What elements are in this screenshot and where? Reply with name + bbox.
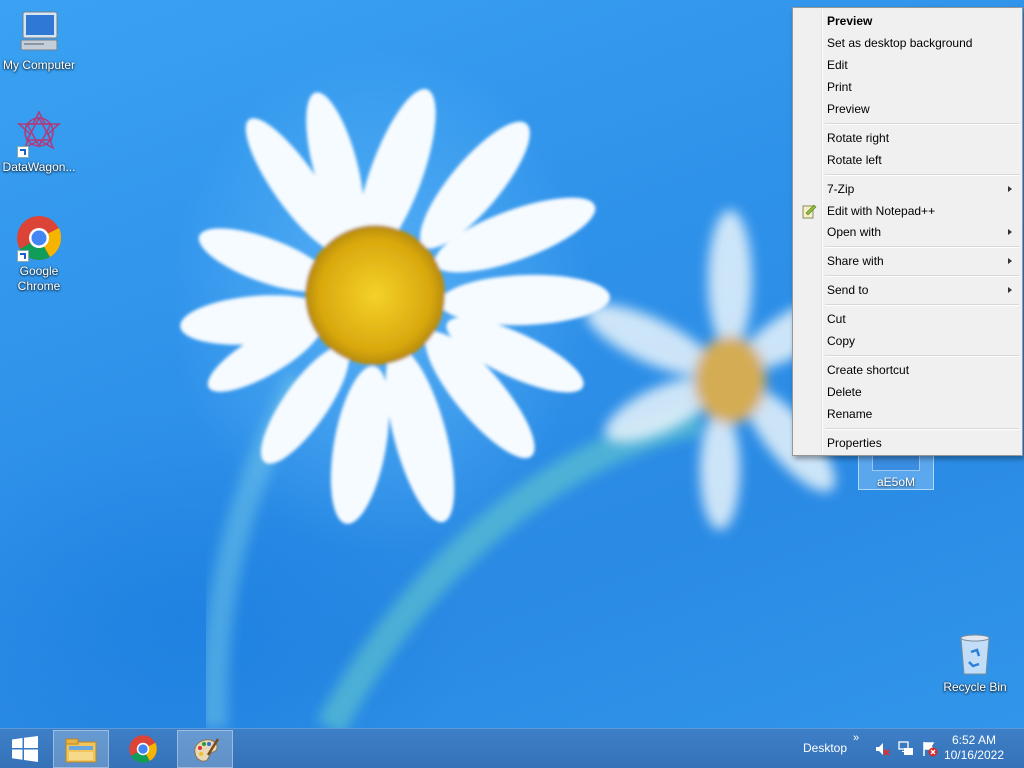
desktop-icon-label: DataWagon... [2,160,76,174]
toolbar-chevron-button[interactable]: » [853,732,859,744]
menu-separator [825,123,1019,125]
menu-item-copy[interactable]: Copy [795,330,1020,352]
chrome-icon [129,735,157,763]
menu-separator [825,246,1019,248]
menu-item-label: Edit [827,58,848,72]
menu-item-cut[interactable]: Cut [795,308,1020,330]
menu-item-rotate-right[interactable]: Rotate right [795,127,1020,149]
datawagon-icon [15,110,63,158]
menu-item-rename[interactable]: Rename [795,403,1020,425]
submenu-arrow-icon [1008,287,1012,293]
menu-item-label: Edit with Notepad++ [827,204,936,218]
menu-item-7zip[interactable]: 7-Zip [795,178,1020,200]
image-file-icon [872,455,920,471]
submenu-arrow-icon [1008,186,1012,192]
menu-item-open-with[interactable]: Open with [795,221,1020,243]
paint-icon [194,738,220,762]
desktop-icon-datawagon[interactable]: DataWagon... [0,110,78,175]
menu-item-delete[interactable]: Delete [795,381,1020,403]
desktop-icon-label: My Computer [2,58,76,72]
file-explorer-icon [65,738,97,763]
menu-item-preview[interactable]: Preview [795,98,1020,120]
menu-item-label: Print [827,80,852,94]
desktop-icon-label: Google Chrome [17,264,61,293]
menu-item-label: Send to [827,283,869,297]
volume-muted-icon[interactable] [874,741,890,757]
menu-item-label: Copy [827,334,856,348]
menu-separator [825,304,1019,306]
shortcut-arrow-icon [17,250,29,262]
desktop-icon-my-computer[interactable]: My Computer [0,8,78,73]
chrome-icon [15,214,63,262]
recycle-bin-icon [951,630,999,678]
network-icon[interactable] [898,741,914,757]
menu-item-label: Create shortcut [827,363,910,377]
desktop-toolbar-label[interactable]: Desktop [803,741,847,755]
taskbar-paint-button[interactable] [177,730,233,768]
desktop-icon-google-chrome[interactable]: Google Chrome [0,214,78,294]
menu-separator [825,428,1019,430]
menu-item-label: Share with [827,254,884,268]
desktop-icon-label: Recycle Bin [943,680,1007,694]
menu-item-label: Rename [827,407,873,421]
menu-item-preview-default[interactable]: Preview [795,10,1020,32]
shortcut-arrow-icon [17,146,29,158]
context-menu: Preview Set as desktop background Edit P… [792,7,1023,456]
action-center-flag-icon[interactable] [922,741,938,757]
menu-item-properties[interactable]: Properties [795,432,1020,454]
menu-item-label: Set as desktop background [827,36,973,50]
notepad-plus-plus-icon [801,203,817,219]
desktop[interactable]: My Computer DataWagon... Google Chrome R… [0,0,1024,728]
clock-date: 10/16/2022 [943,748,1004,762]
selected-file-icon[interactable]: aE5oM [858,452,934,490]
menu-item-label: Cut [827,312,846,326]
taskbar-file-explorer-button[interactable] [53,730,109,768]
menu-item-send-to[interactable]: Send to [795,279,1020,301]
menu-item-edit-with-notepad-plus-plus[interactable]: Edit with Notepad++ [795,200,1020,222]
my-computer-icon [15,8,63,56]
start-button[interactable] [0,730,50,768]
menu-item-share-with[interactable]: Share with [795,250,1020,272]
menu-separator [825,275,1019,277]
menu-item-label: Delete [827,385,862,399]
menu-item-label: 7-Zip [827,182,855,196]
menu-item-edit[interactable]: Edit [795,54,1020,76]
menu-item-label: Open with [827,225,882,239]
menu-item-label: Properties [827,436,882,450]
menu-item-label: Rotate right [827,131,890,145]
menu-item-print[interactable]: Print [795,76,1020,98]
menu-item-label: Rotate left [827,153,882,167]
menu-item-label: Preview [827,14,873,28]
menu-separator [825,174,1019,176]
clock-time: 6:52 AM [951,733,996,747]
taskbar: » Desktop 6:52 AM 10/16/2022 [0,728,1024,768]
system-clock[interactable]: 6:52 AM 10/16/2022 [944,733,1004,763]
submenu-arrow-icon [1008,258,1012,264]
windows-logo-icon [12,736,38,762]
selected-file-label: aE5oM [876,475,916,489]
taskbar-chrome-button[interactable] [115,730,171,768]
menu-item-label: Preview [827,102,870,116]
menu-separator [825,355,1019,357]
menu-item-create-shortcut[interactable]: Create shortcut [795,359,1020,381]
menu-item-rotate-left[interactable]: Rotate left [795,149,1020,171]
desktop-icon-recycle-bin[interactable]: Recycle Bin [936,630,1014,695]
submenu-arrow-icon [1008,229,1012,235]
menu-item-set-as-desktop-background[interactable]: Set as desktop background [795,32,1020,54]
